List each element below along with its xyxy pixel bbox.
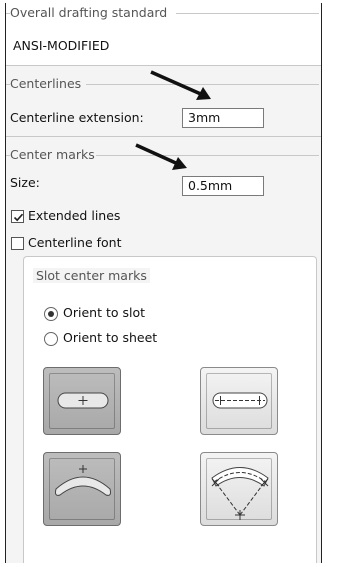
arrow-icon [135,143,187,170]
annotation-arrows [135,70,211,170]
arrow-icon [150,70,211,100]
